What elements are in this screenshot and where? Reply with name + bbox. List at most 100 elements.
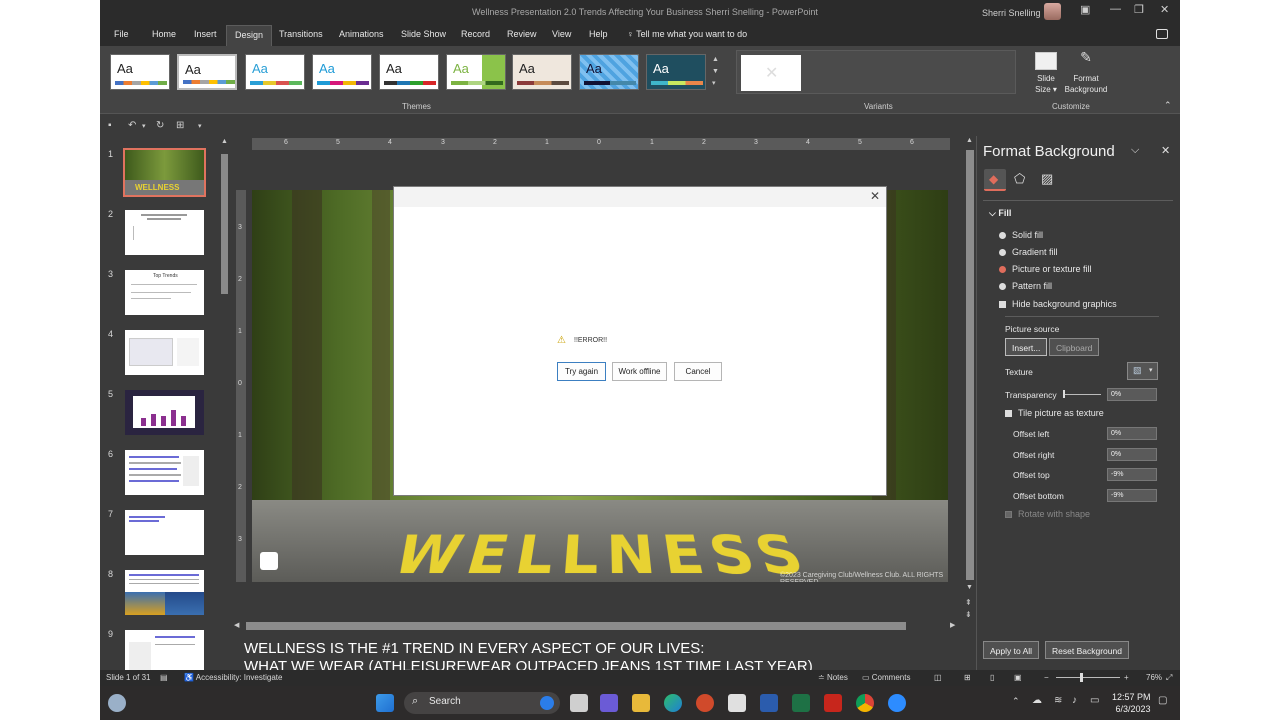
file-explorer-icon[interactable] bbox=[632, 694, 650, 712]
zoom-in-icon[interactable]: + bbox=[1124, 673, 1129, 682]
slide-thumbnail-8[interactable] bbox=[125, 570, 204, 615]
comments-button[interactable]: ▭ Comments bbox=[862, 673, 910, 682]
fill-section-header[interactable]: ⌵ Fill bbox=[989, 208, 1011, 219]
tab-design[interactable]: Design bbox=[226, 25, 272, 46]
user-name[interactable]: Sherri Snelling bbox=[982, 8, 1041, 18]
weather-icon[interactable] bbox=[108, 694, 126, 712]
close-dialog-icon[interactable]: ✕ bbox=[870, 189, 880, 203]
bing-icon[interactable] bbox=[540, 696, 554, 710]
edge-icon[interactable] bbox=[664, 694, 682, 712]
minimize-icon[interactable]: — bbox=[1110, 3, 1121, 15]
pattern-fill-radio[interactable]: Pattern fill bbox=[999, 281, 1052, 291]
offset-right-input[interactable]: 0% bbox=[1107, 448, 1157, 461]
theme-dividend[interactable]: Aa bbox=[512, 54, 572, 90]
slide-thumbnail-4[interactable] bbox=[125, 330, 204, 375]
present-icon[interactable]: ⊞ bbox=[176, 120, 184, 131]
tab-help[interactable]: Help bbox=[589, 29, 608, 39]
rotate-with-shape-checkbox[interactable]: Rotate with shape bbox=[1005, 509, 1090, 519]
next-slide-icon[interactable]: ⇟ bbox=[965, 610, 972, 619]
insert-picture-button[interactable]: Insert... bbox=[1005, 338, 1047, 356]
previous-slide-icon[interactable]: ⇞ bbox=[965, 598, 972, 607]
variant-thumbnail[interactable]: ✕ bbox=[741, 55, 801, 91]
zoom-out-icon[interactable]: − bbox=[1044, 673, 1049, 682]
slide-thumbnail-1[interactable]: WELLNESS bbox=[125, 150, 204, 195]
acrobat-icon[interactable] bbox=[824, 694, 842, 712]
transparency-slider[interactable] bbox=[1063, 394, 1101, 395]
apply-to-all-button[interactable]: Apply to All bbox=[983, 641, 1039, 659]
theme-integral[interactable]: Aa bbox=[312, 54, 372, 90]
try-again-button[interactable]: Try again bbox=[557, 362, 606, 381]
slide-thumbnail-9[interactable] bbox=[125, 630, 204, 670]
undo-dropdown-icon[interactable]: ▾ bbox=[142, 122, 146, 130]
slide-thumbnail-6[interactable] bbox=[125, 450, 204, 495]
slide-size-button[interactable]: Slide Size ▾ bbox=[1024, 52, 1068, 95]
solid-fill-radio[interactable]: Solid fill bbox=[999, 230, 1043, 240]
normal-view-icon[interactable]: ◫ bbox=[934, 673, 942, 682]
notification-icon[interactable]: ▢ bbox=[1158, 695, 1167, 706]
powerpoint-icon[interactable] bbox=[696, 694, 714, 712]
show-hidden-icons[interactable]: ⌃ bbox=[1012, 696, 1020, 707]
zoom-app-icon[interactable] bbox=[888, 694, 906, 712]
volume-icon[interactable]: ♪ bbox=[1072, 695, 1077, 706]
offset-bottom-input[interactable]: -9% bbox=[1107, 489, 1157, 502]
scroll-down-icon[interactable]: ▼ bbox=[966, 584, 973, 591]
tab-transitions[interactable]: Transitions bbox=[279, 29, 323, 39]
notes-pane[interactable]: WELLNESS IS THE #1 TREND IN EVERY ASPECT… bbox=[232, 632, 960, 670]
cancel-button[interactable]: Cancel bbox=[674, 362, 722, 381]
tab-record[interactable]: Record bbox=[461, 29, 490, 39]
theme-office[interactable]: Aa bbox=[110, 54, 170, 90]
theme-pattern[interactable]: Aa bbox=[579, 54, 639, 90]
onedrive-icon[interactable]: ☁ bbox=[1032, 695, 1042, 706]
comments-icon[interactable] bbox=[1156, 29, 1168, 39]
battery-icon[interactable]: ▭ bbox=[1090, 695, 1099, 706]
start-icon[interactable] bbox=[376, 694, 394, 712]
zoom-level[interactable]: 76% bbox=[1146, 673, 1162, 682]
tab-home[interactable]: Home bbox=[152, 29, 176, 39]
variants-gallery[interactable]: ✕ bbox=[736, 50, 1016, 94]
zoom-slider[interactable] bbox=[1056, 677, 1120, 678]
effects-tab[interactable]: ⬠ bbox=[1010, 169, 1032, 191]
save-icon[interactable]: ▪ bbox=[108, 120, 112, 131]
word-icon[interactable] bbox=[760, 694, 778, 712]
hide-background-graphics-checkbox[interactable]: Hide background graphics bbox=[999, 299, 1117, 309]
scroll-left-icon[interactable]: ◀ bbox=[234, 621, 239, 629]
slide-thumbnail-3[interactable]: Top Trends bbox=[125, 270, 204, 315]
slide-thumbnail-2[interactable] bbox=[125, 210, 204, 255]
reset-background-button[interactable]: Reset Background bbox=[1045, 641, 1129, 659]
customize-qat-icon[interactable]: ▾ bbox=[198, 122, 202, 130]
store-icon[interactable] bbox=[728, 694, 746, 712]
picture-tab[interactable]: ▨ bbox=[1037, 169, 1059, 191]
pane-options-icon[interactable]: ⌵ bbox=[1131, 144, 1139, 157]
themes-scroll-arrows[interactable]: ▲ ▼ ▾ bbox=[712, 54, 719, 90]
tab-insert[interactable]: Insert bbox=[194, 29, 217, 39]
task-view-icon[interactable] bbox=[570, 694, 588, 712]
tab-file[interactable]: File bbox=[114, 29, 129, 39]
scroll-right-icon[interactable]: ▶ bbox=[950, 621, 955, 629]
reading-view-icon[interactable]: ▯ bbox=[990, 673, 994, 682]
slide-sorter-icon[interactable]: ⊞ bbox=[964, 673, 971, 682]
picture-fill-radio[interactable]: Picture or texture fill bbox=[999, 264, 1092, 274]
thumbnails-scroll-thumb[interactable] bbox=[221, 154, 228, 294]
theme-ion[interactable]: Aa bbox=[379, 54, 439, 90]
transparency-slider-thumb[interactable] bbox=[1063, 390, 1065, 398]
gradient-fill-radio[interactable]: Gradient fill bbox=[999, 247, 1058, 257]
clipboard-button[interactable]: Clipboard bbox=[1049, 338, 1099, 356]
fit-slide-icon[interactable]: ⤢ bbox=[1166, 673, 1172, 683]
tab-slide-show[interactable]: Slide Show bbox=[401, 29, 446, 39]
slide-thumbnail-7[interactable] bbox=[125, 510, 204, 555]
zoom-slider-thumb[interactable] bbox=[1080, 673, 1083, 682]
accessibility-status[interactable]: ♿ Accessibility: Investigate bbox=[184, 673, 282, 682]
canvas-horizontal-scrollbar[interactable]: ◀ ▶ bbox=[232, 620, 960, 632]
undo-icon[interactable]: ↶ bbox=[128, 120, 136, 131]
ribbon-display-icon[interactable]: ▣ bbox=[1080, 3, 1090, 16]
transparency-input[interactable]: 0% bbox=[1107, 388, 1157, 401]
tell-me-search[interactable]: ♀ Tell me what you want to do bbox=[627, 29, 747, 39]
excel-icon[interactable] bbox=[792, 694, 810, 712]
theme-dark-teal[interactable]: Aa bbox=[646, 54, 706, 90]
canvas-vertical-scrollbar[interactable]: ▲ ▼ ⇞ ⇟ bbox=[964, 136, 976, 670]
restore-icon[interactable]: ❐ bbox=[1134, 3, 1144, 16]
offset-left-input[interactable]: 0% bbox=[1107, 427, 1157, 440]
theme-facet[interactable]: Aa bbox=[245, 54, 305, 90]
tab-animations[interactable]: Animations bbox=[339, 29, 384, 39]
redo-icon[interactable]: ↻ bbox=[156, 120, 164, 131]
